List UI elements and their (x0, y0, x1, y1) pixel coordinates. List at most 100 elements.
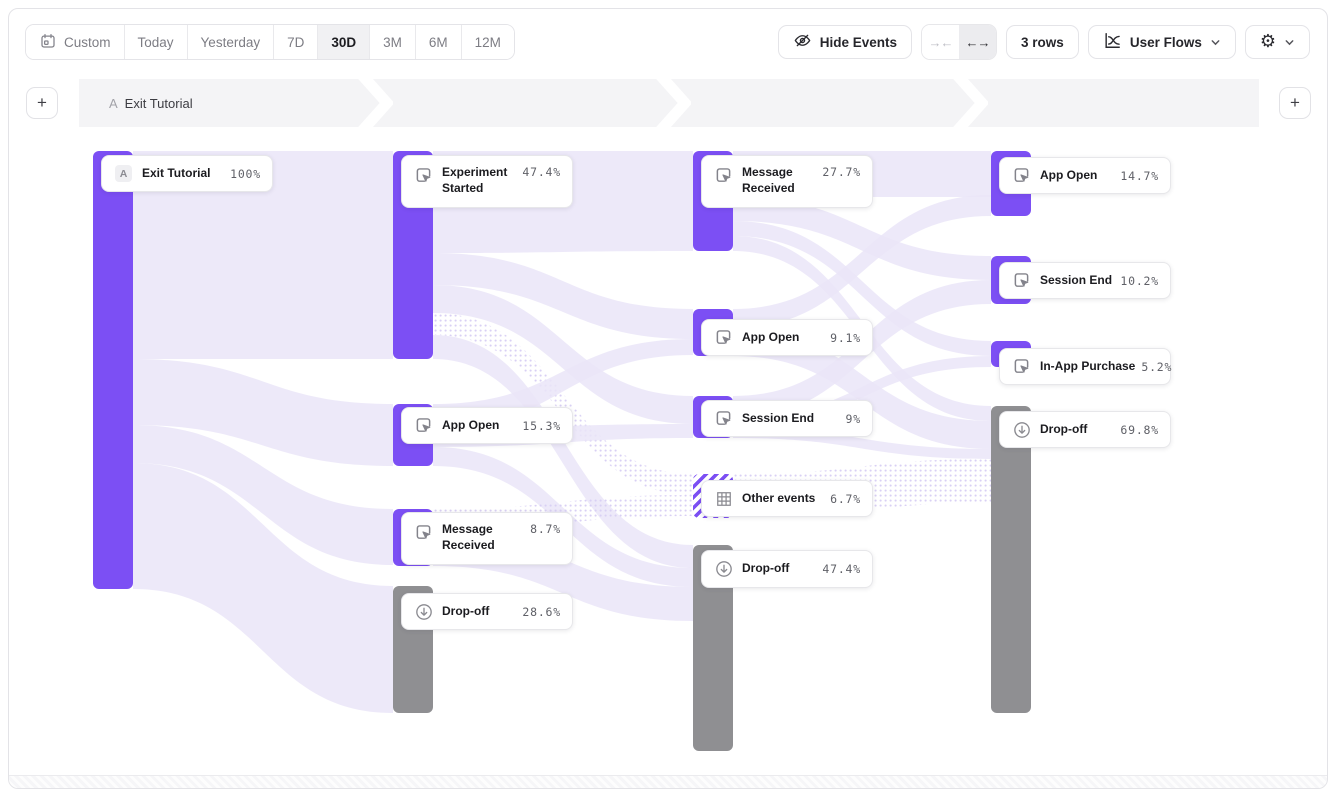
date-range-custom[interactable]: Custom (26, 25, 124, 59)
event-icon (1011, 270, 1032, 291)
date-range-6m[interactable]: 6M (415, 25, 461, 59)
node-label: Session End (742, 411, 814, 427)
collapse-arrows-icon: →← (929, 35, 953, 50)
footer-strip (9, 775, 1327, 788)
dropoff-icon (713, 559, 734, 580)
toolbar: Custom Today Yesterday 7D 30D 3M 6M 12M Hide Ev… (25, 25, 1310, 59)
expand-arrows-icon: ←→ (966, 35, 990, 50)
flow-node-bar[interactable] (991, 406, 1031, 713)
node-value: 27.7% (816, 165, 861, 179)
gear-icon: ⚙ (1260, 33, 1276, 51)
add-step-button-right[interactable]: + (1279, 87, 1311, 119)
step-header: + A Exit Tutorial + (9, 79, 1327, 127)
event-icon (713, 165, 734, 186)
plus-icon: + (1290, 93, 1300, 113)
date-range-12m[interactable]: 12M (461, 25, 514, 59)
user-flows-dropdown[interactable]: User Flows (1088, 25, 1236, 59)
node-label: In-App Purchase (1040, 359, 1135, 375)
node-value: 69.8% (1114, 423, 1159, 437)
flow-node-bar[interactable] (93, 151, 133, 589)
user-flows-panel: AExit Tutorial100%Experiment Started47.4… (8, 8, 1328, 789)
node-label: Experiment Started (442, 165, 516, 196)
settings-dropdown[interactable]: ⚙ (1245, 25, 1310, 59)
band-chevron (952, 79, 988, 127)
view-label: User Flows (1130, 35, 1202, 50)
date-range-label: Yesterday (201, 35, 261, 50)
flow-node-card[interactable]: Other events 6.7% (701, 480, 873, 517)
flow-node-card[interactable]: In-App Purchase5.2% (999, 348, 1171, 385)
date-range-today[interactable]: Today (124, 25, 187, 59)
rows-label: 3 rows (1021, 35, 1064, 50)
step-header-band: A Exit Tutorial (79, 79, 1259, 127)
chevron-down-icon (1284, 37, 1295, 48)
rows-button[interactable]: 3 rows (1006, 25, 1079, 59)
expand-columns-button[interactable]: ←→ (959, 25, 996, 59)
event-icon (413, 415, 434, 436)
flow-node-card[interactable]: Drop-off 28.6% (401, 593, 573, 630)
calendar-icon (39, 32, 57, 53)
flow-node-card[interactable]: Session End 9% (701, 400, 873, 437)
date-range-group: Custom Today Yesterday 7D 30D 3M 6M 12M (25, 24, 515, 60)
step-badge: A (109, 96, 118, 111)
date-range-label: 6M (429, 35, 448, 50)
date-range-30d[interactable]: 30D (317, 25, 369, 59)
date-range-label: Custom (64, 35, 111, 50)
node-label: Other events (742, 491, 815, 507)
flow-node-card[interactable]: Experiment Started47.4% (401, 155, 573, 208)
date-range-label: 30D (331, 35, 356, 50)
node-label: Exit Tutorial (142, 166, 210, 182)
node-value: 6.7% (824, 492, 861, 506)
date-range-3m[interactable]: 3M (369, 25, 415, 59)
plus-icon: + (37, 93, 47, 113)
node-label: Message Received (742, 165, 816, 196)
flow-node-card[interactable]: Message Received8.7% (401, 512, 573, 565)
event-icon (1011, 356, 1032, 377)
node-label: Drop-off (1040, 422, 1087, 438)
flow-node-card[interactable]: Message Received27.7% (701, 155, 873, 208)
hide-events-button[interactable]: Hide Events (778, 25, 912, 59)
node-value: 28.6% (516, 605, 561, 619)
node-value: 47.4% (816, 562, 861, 576)
collapse-columns-button[interactable]: →← (922, 25, 959, 59)
node-value: 5.2% (1135, 360, 1172, 374)
flow-node-card[interactable]: Drop-off 47.4% (701, 550, 873, 588)
flow-node-card[interactable]: App Open 14.7% (999, 157, 1171, 194)
flow-node-card[interactable]: App Open15.3% (401, 407, 573, 444)
node-label: App Open (1040, 168, 1097, 184)
node-value: 9.1% (824, 331, 861, 345)
event-icon (1011, 165, 1032, 186)
date-range-7d[interactable]: 7D (273, 25, 317, 59)
date-range-label: 3M (383, 35, 402, 50)
node-label: App Open (742, 330, 799, 346)
eye-off-icon (793, 31, 812, 53)
chevron-down-icon (1210, 37, 1221, 48)
node-value: 14.7% (1114, 169, 1159, 183)
collapse-expand-toggle: →← ←→ (921, 24, 997, 60)
flow-node-card[interactable]: App Open 9.1% (701, 319, 873, 356)
node-label: Message Received (442, 522, 524, 553)
date-range-label: 12M (475, 35, 501, 50)
date-range-yesterday[interactable]: Yesterday (187, 25, 274, 59)
node-value: 100% (224, 167, 261, 181)
band-chevron (357, 79, 393, 127)
dropoff-icon (413, 601, 434, 622)
letter-badge: A (113, 163, 134, 184)
node-value: 9% (840, 412, 861, 426)
node-value: 15.3% (516, 419, 561, 433)
flow-node-card[interactable]: Drop-off 69.8% (999, 411, 1171, 448)
event-icon (413, 165, 434, 186)
node-label: Drop-off (442, 604, 489, 620)
flow-node-card[interactable]: Session End10.2% (999, 262, 1171, 299)
event-icon (413, 522, 434, 543)
node-value: 10.2% (1114, 274, 1159, 288)
date-range-label: Today (138, 35, 174, 50)
add-step-button-left[interactable]: + (26, 87, 58, 119)
flow-node-card[interactable]: A Exit Tutorial 100% (101, 155, 273, 192)
band-chevron (655, 79, 691, 127)
node-label: Drop-off (742, 561, 789, 577)
step-name: Exit Tutorial (125, 96, 193, 111)
dropoff-icon (1011, 419, 1032, 440)
event-icon (713, 327, 734, 348)
node-label: Session End (1040, 273, 1112, 289)
node-value: 47.4% (516, 165, 561, 179)
